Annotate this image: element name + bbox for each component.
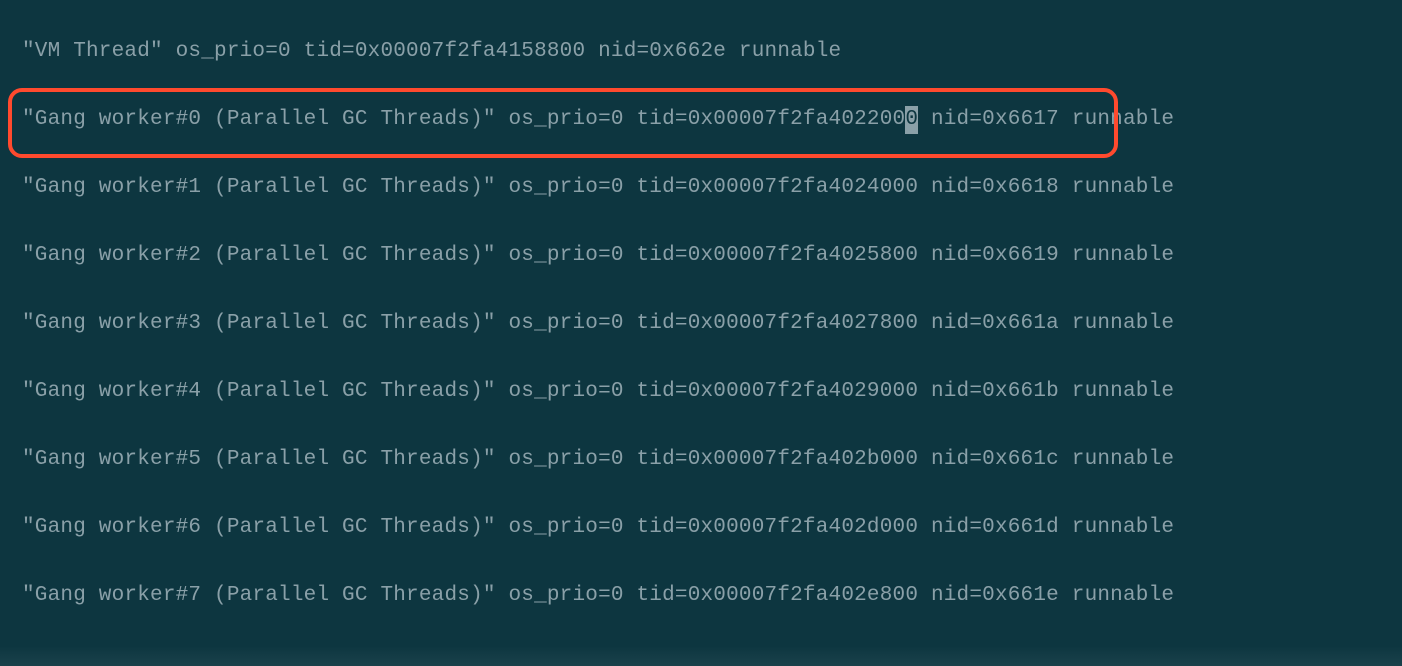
thread-line: "Gang worker#7 (Parallel GC Threads)" os… (22, 582, 1402, 610)
thread-line: "Gang worker#1 (Parallel GC Threads)" os… (22, 174, 1402, 202)
thread-line: "Gang worker#6 (Parallel GC Threads)" os… (22, 514, 1402, 542)
thread-line: "Gang worker#3 (Parallel GC Threads)" os… (22, 310, 1402, 338)
window-edge-shadow (0, 646, 1402, 666)
terminal-output: "VM Thread" os_prio=0 tid=0x00007f2fa415… (0, 38, 1402, 610)
thread-line: "Gang worker#4 (Parallel GC Threads)" os… (22, 378, 1402, 406)
terminal-cursor: 0 (905, 106, 918, 134)
thread-line-highlighted: "Gang worker#0 (Parallel GC Threads)" os… (22, 106, 1402, 134)
thread-line: "Gang worker#5 (Parallel GC Threads)" os… (22, 446, 1402, 474)
thread-line: "VM Thread" os_prio=0 tid=0x00007f2fa415… (22, 38, 1402, 66)
thread-line: "Gang worker#2 (Parallel GC Threads)" os… (22, 242, 1402, 270)
